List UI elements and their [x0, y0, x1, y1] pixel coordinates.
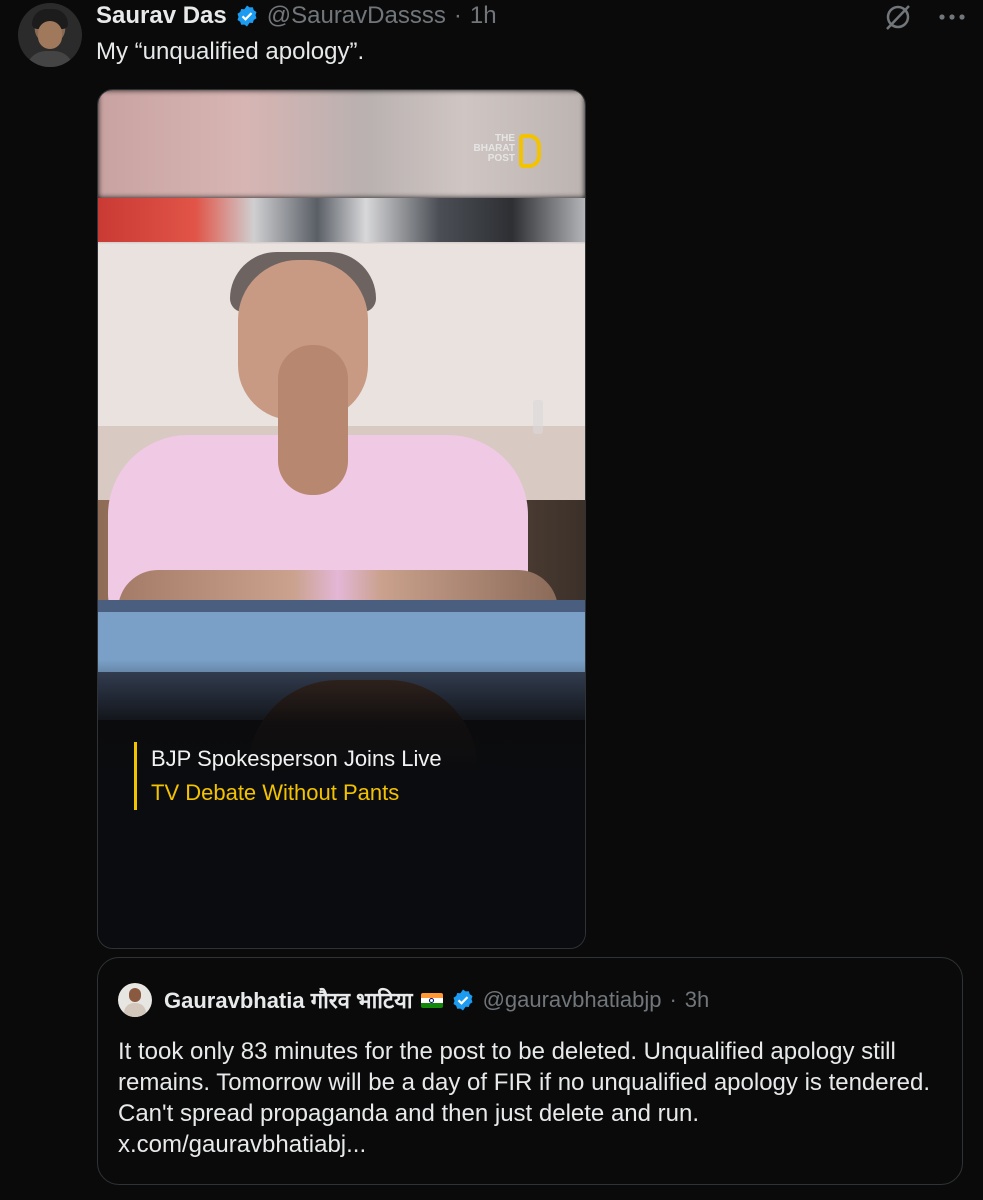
bharat-post-logo-icon — [519, 134, 541, 168]
quoted-text: It took only 83 minutes for the post to … — [118, 1038, 930, 1158]
caption-line-2: TV Debate Without Pants — [151, 780, 400, 805]
verified-badge-icon — [453, 989, 473, 1011]
tweet-header: Saurav Das @SauravDassss · 1h — [96, 2, 497, 30]
india-flag-icon — [420, 992, 443, 1008]
verified-badge-icon — [237, 5, 257, 27]
timestamp[interactable]: 1h — [470, 2, 497, 30]
background-banner — [98, 198, 585, 242]
tweet-text: My “unqualified apology”. — [96, 38, 365, 65]
author-handle[interactable]: @SauravDassss — [267, 2, 446, 30]
quoted-author-name[interactable]: Gauravbhatia गौरव भाटिया — [164, 985, 413, 1015]
avatar-shirt — [26, 51, 74, 67]
grok-icon[interactable] — [883, 2, 913, 32]
separator-dot: · — [453, 2, 462, 29]
side-watermark — [533, 400, 543, 434]
logo-text: THE BHARAT POST — [473, 133, 515, 164]
separator-dot: · — [669, 987, 677, 1012]
quoted-handle[interactable]: @gauravbhatiabjp — [483, 987, 662, 1013]
quoted-tweet[interactable]: Gauravbhatia गौरव भाटिया @gauravbhatiabj… — [97, 957, 963, 1185]
person-hands — [278, 345, 348, 495]
quoted-header: Gauravbhatia गौरव भाटिया @gauravbhatiabj… — [118, 982, 709, 1018]
more-icon[interactable] — [939, 12, 965, 22]
tweet-avatar[interactable] — [18, 3, 82, 67]
quoted-timestamp[interactable]: 3h — [685, 987, 709, 1013]
tweet-media-video[interactable]: THE BHARAT POST BJP Spokesperson Joins L… — [97, 89, 586, 949]
tweet-actions-top — [883, 2, 965, 32]
video-caption: BJP Spokesperson Joins Live TV Debate Wi… — [134, 742, 442, 810]
avatar-face — [38, 21, 62, 49]
quoted-avatar[interactable] — [118, 983, 152, 1017]
author-name[interactable]: Saurav Das — [96, 2, 227, 30]
caption-line-1: BJP Spokesperson Joins Live — [151, 746, 442, 771]
